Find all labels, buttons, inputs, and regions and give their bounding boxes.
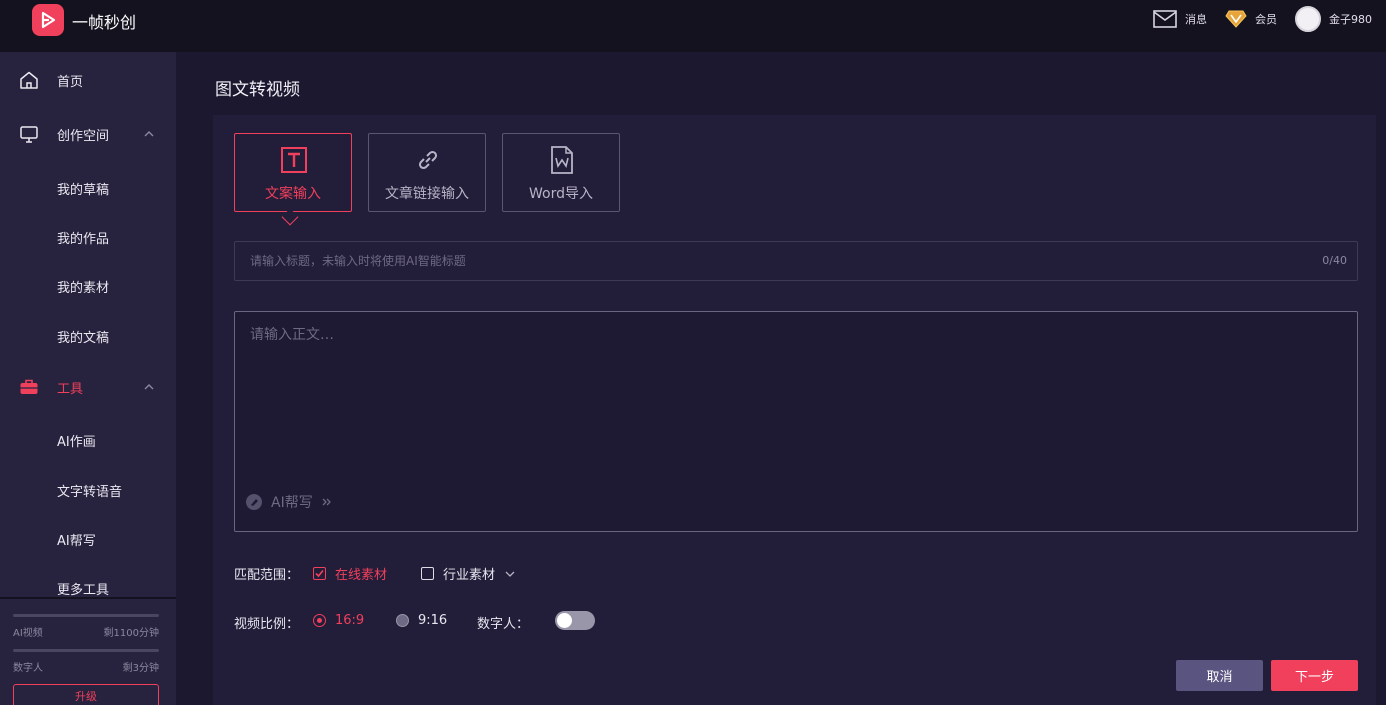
ratio-9-16-radio[interactable]: 9:16: [396, 613, 447, 628]
sidebar: 首页 创作空间 我的草稿 我的作品 我的素材 我的文稿 工具 AI作画 文字转语…: [0, 52, 176, 705]
chevron-down-icon[interactable]: [504, 568, 516, 580]
sidebar-item-label: 我的作品: [57, 232, 110, 247]
word-file-icon: [551, 146, 573, 174]
cancel-button[interactable]: 取消: [1176, 660, 1263, 691]
sidebar-item-label: AI帮写: [57, 534, 96, 549]
body-input-box: AI帮写: [234, 311, 1358, 532]
vip-button[interactable]: 会员: [1225, 9, 1277, 29]
sidebar-item-label: 文字转语音: [57, 485, 123, 500]
quota-label: AI视频: [13, 628, 43, 639]
check-icon: [315, 569, 324, 578]
mode-text-input[interactable]: 文案输入: [234, 133, 352, 212]
chevron-up-icon[interactable]: [143, 381, 155, 393]
mode-link-input[interactable]: 文章链接输入: [368, 133, 486, 212]
sidebar-item-label: 我的草稿: [57, 183, 110, 198]
sidebar-item-label: 创作空间: [57, 128, 110, 144]
online-material-checkbox[interactable]: 在线素材: [313, 564, 387, 583]
top-bar: 一帧秒创 消息 会员 金子980: [0, 0, 1386, 52]
radio-unchecked[interactable]: [396, 614, 409, 627]
title-char-counter: 0/40: [1322, 254, 1347, 267]
sidebar-item-label: 工具: [57, 381, 84, 397]
sidebar-item-label: AI作画: [57, 435, 96, 450]
sidebar-item-works[interactable]: 我的作品: [0, 220, 176, 254]
text-t-icon: [281, 147, 307, 173]
video-ratio-label: 视频比例：: [234, 617, 300, 632]
avatar[interactable]: [1295, 6, 1321, 32]
ai-help-label: AI帮写: [271, 495, 313, 511]
industry-material-checkbox[interactable]: 行业素材: [421, 564, 516, 583]
title-input-box: 0/40: [234, 241, 1358, 281]
checkbox-checked[interactable]: [313, 567, 326, 580]
mode-word-import[interactable]: Word导入: [502, 133, 620, 212]
ratio-option-label: 16:9: [335, 613, 365, 628]
link-icon: [418, 150, 438, 170]
double-chevron-right-icon: [322, 498, 331, 506]
quota-value: 剩3分钟: [122, 663, 159, 674]
page-title: 图文转视频: [215, 80, 300, 100]
user-coins[interactable]: 金子980: [1295, 6, 1372, 32]
quota-bar: [13, 614, 159, 617]
sidebar-item-drafts[interactable]: 我的草稿: [0, 171, 176, 205]
sidebar-item-materials[interactable]: 我的素材: [0, 269, 176, 303]
sidebar-item-scripts[interactable]: 我的文稿: [0, 319, 176, 353]
play-logo-icon: [41, 11, 56, 29]
app-name: 一帧秒创: [72, 13, 137, 32]
quota-label: 数字人: [13, 663, 43, 674]
title-input[interactable]: [235, 242, 1305, 280]
sidebar-item-home[interactable]: 首页: [0, 62, 176, 98]
coins-label: 金子980: [1329, 13, 1372, 26]
digital-human-toggle[interactable]: [555, 611, 595, 630]
diamond-vip-icon: [1225, 10, 1247, 28]
sidebar-item-tools[interactable]: 工具: [0, 369, 176, 405]
ai-help-button[interactable]: AI帮写: [245, 492, 333, 512]
sidebar-item-ai-painting[interactable]: AI作画: [0, 423, 176, 457]
quota-digital-human: 数字人 剩3分钟: [13, 649, 159, 674]
sidebar-divider: [0, 597, 176, 599]
next-step-button[interactable]: 下一步: [1271, 660, 1358, 691]
sidebar-nav: 首页 创作空间 我的草稿 我的作品 我的素材 我的文稿 工具 AI作画 文字转语…: [0, 52, 176, 597]
mode-label: 文案输入: [265, 186, 321, 202]
app-logo[interactable]: [32, 4, 64, 36]
body-textarea[interactable]: [235, 312, 1357, 482]
sidebar-item-label: 我的文稿: [57, 331, 110, 346]
monitor-icon: [20, 126, 38, 143]
mail-icon: [1153, 10, 1177, 28]
match-range-label: 匹配范围：: [234, 568, 300, 583]
sidebar-item-creative-space[interactable]: 创作空间: [0, 116, 176, 152]
ai-pen-icon: [246, 494, 262, 510]
messages-button[interactable]: 消息: [1153, 10, 1207, 28]
industry-material-label: 行业素材: [443, 568, 496, 583]
sidebar-item-label: 我的素材: [57, 281, 110, 296]
messages-label: 消息: [1185, 13, 1207, 26]
sidebar-item-label: 首页: [57, 74, 84, 90]
vip-label: 会员: [1255, 13, 1277, 26]
ratio-16-9-radio[interactable]: 16:9: [313, 613, 364, 628]
mode-label: Word导入: [529, 186, 593, 202]
sidebar-item-label: 更多工具: [57, 583, 110, 597]
quota-value: 剩1100分钟: [103, 628, 159, 639]
digital-human-label: 数字人：: [477, 617, 530, 632]
sidebar-item-text-to-speech[interactable]: 文字转语音: [0, 473, 176, 507]
chevron-up-icon[interactable]: [143, 128, 155, 140]
quota-bar: [13, 649, 159, 652]
online-material-label: 在线素材: [335, 568, 388, 583]
quota-ai-video: AI视频 剩1100分钟: [13, 614, 159, 639]
mode-label: 文章链接输入: [385, 186, 469, 202]
toolbox-icon: [20, 379, 38, 394]
upgrade-button[interactable]: 升级: [13, 684, 159, 705]
ratio-option-label: 9:16: [418, 613, 448, 628]
sidebar-item-ai-writing[interactable]: AI帮写: [0, 522, 176, 556]
radio-checked[interactable]: [313, 614, 326, 627]
sidebar-item-more-tools[interactable]: 更多工具: [0, 571, 176, 597]
checkbox-unchecked[interactable]: [421, 567, 434, 580]
home-icon: [20, 71, 38, 89]
